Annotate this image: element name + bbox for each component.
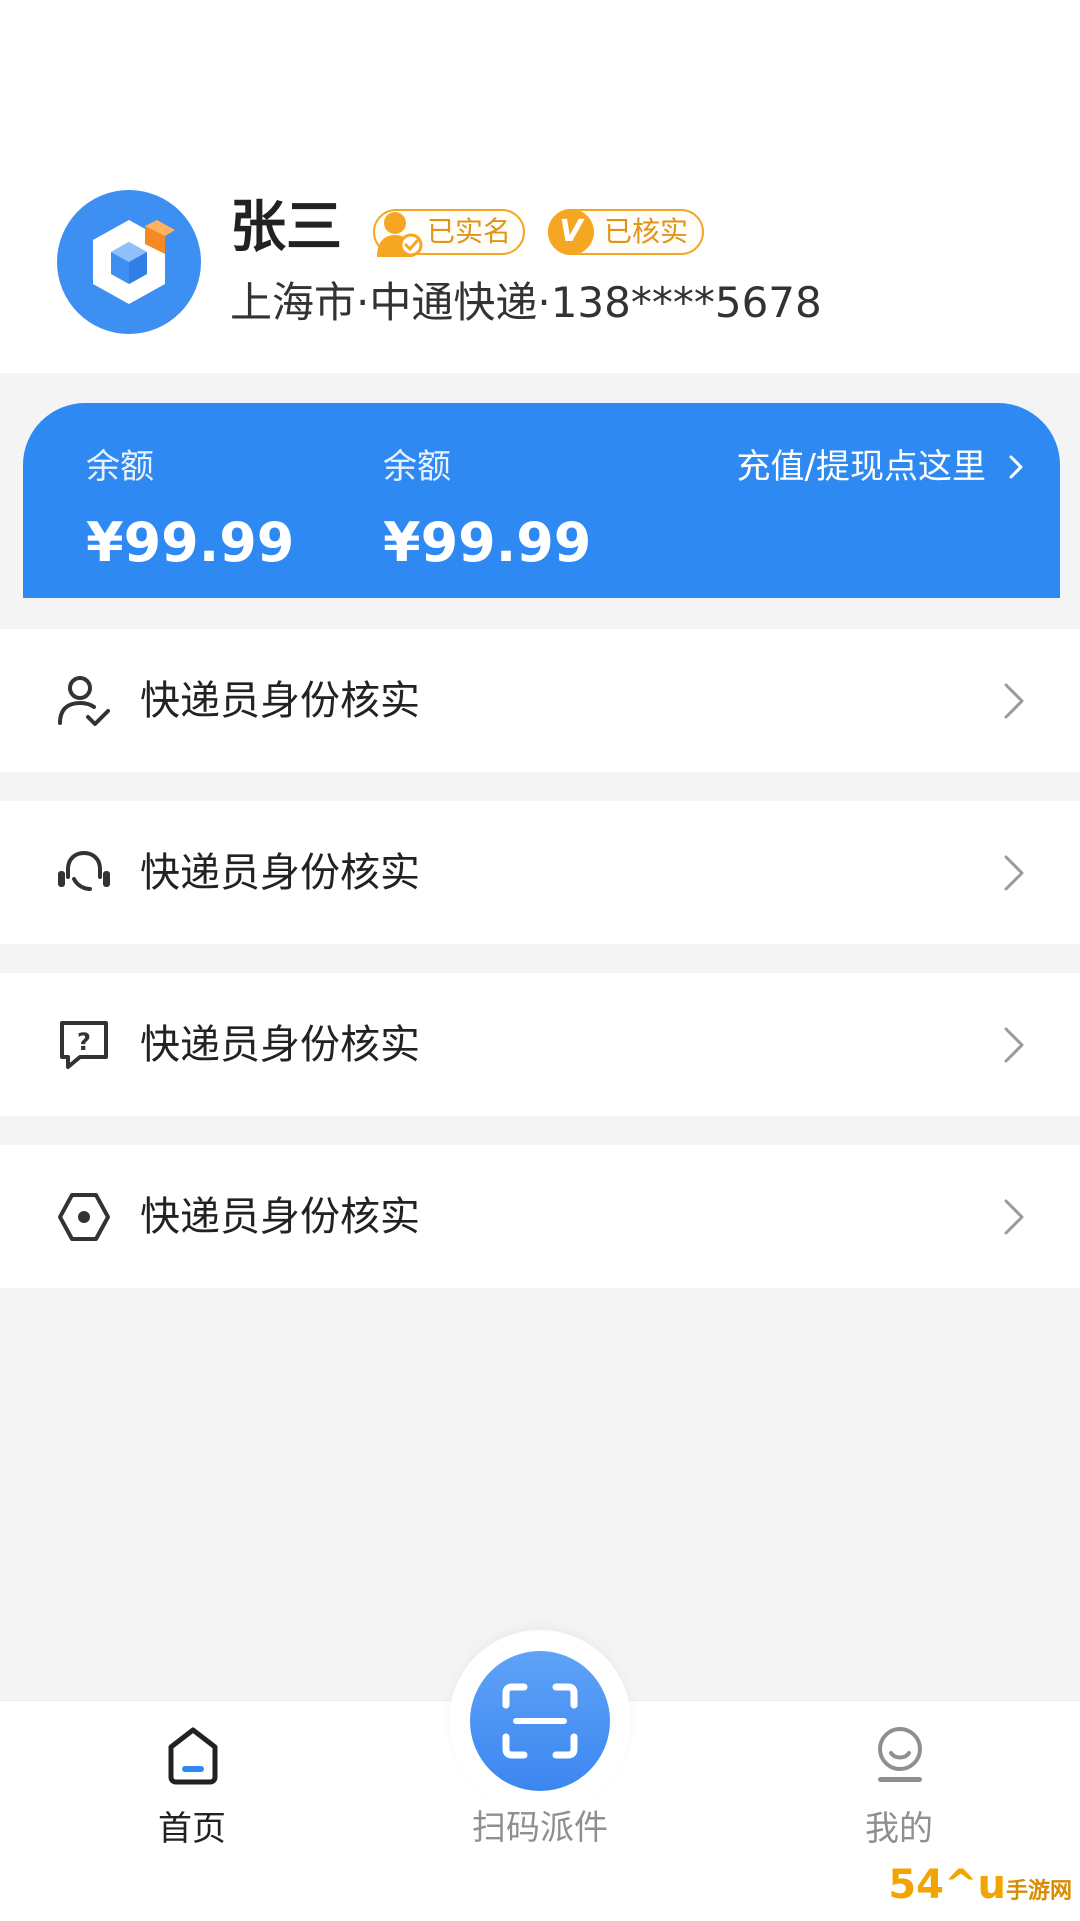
tab-mine[interactable]: 我的 (789, 1701, 1009, 1851)
svg-text:?: ? (77, 1028, 91, 1056)
home-icon (168, 1727, 218, 1785)
balance-label: 余额 (86, 447, 154, 487)
watermark-logo: 54^u手游网 (888, 1861, 1072, 1916)
chevron-right-icon (1004, 1199, 1024, 1235)
recharge-withdraw-link[interactable]: 充值/提现点这里 (737, 443, 1030, 491)
watermark-sub: 手游网 (1005, 1879, 1072, 1904)
tab-home[interactable]: 首页 (82, 1701, 302, 1851)
hexagon-settings-icon (58, 1193, 110, 1241)
user-check-icon (58, 676, 110, 726)
scan-icon (502, 1683, 578, 1759)
menu-item-courier-verify-3[interactable]: ? 快递员身份核实 (0, 973, 1080, 1116)
tab-mine-label: 我的 (865, 1809, 933, 1849)
menu-item-courier-verify-4[interactable]: 快递员身份核实 (0, 1145, 1080, 1288)
menu-item-courier-verify-2[interactable]: 快递员身份核实 (0, 801, 1080, 944)
tab-home-label: 首页 (158, 1809, 226, 1849)
realname-badge: 已实名 (373, 209, 525, 257)
chevron-right-icon (1009, 455, 1023, 479)
menu-item-label: 快递员身份核实 (140, 678, 420, 724)
verified-badge: V 已核实 (548, 209, 704, 255)
avatar[interactable] (57, 190, 201, 334)
recharge-withdraw-label: 充值/提现点这里 (736, 447, 986, 487)
user-info: 上海市·中通快递·138****5678 (230, 278, 822, 327)
profile-header: 张三 已实名 V 已核实 上海市·中通快递·138****5678 (0, 0, 1080, 373)
balance-card: 余额 ¥99.99 余额 ¥99.99 充值/提现点这里 (23, 403, 1060, 598)
v-check-icon: V (548, 209, 594, 255)
realname-badge-label: 已实名 (427, 215, 512, 248)
balance-value: ¥99.99 (86, 511, 295, 574)
scan-dispatch-button[interactable] (470, 1651, 610, 1791)
menu-item-courier-verify-1[interactable]: 快递员身份核实 (0, 629, 1080, 772)
scan-dispatch-label: 扫码派件 (472, 1808, 608, 1848)
menu-item-label: 快递员身份核实 (140, 1194, 420, 1240)
question-chat-icon: ? (60, 1021, 108, 1069)
verified-badge-label: 已核实 (604, 215, 689, 248)
chevron-right-icon (1004, 1027, 1024, 1063)
person-verified-icon (377, 212, 423, 257)
watermark-main: 54^u (888, 1862, 1006, 1908)
headset-icon (58, 850, 110, 891)
balance-value-2: ¥99.99 (383, 511, 592, 574)
menu-item-label: 快递员身份核实 (140, 1022, 420, 1068)
user-name: 张三 (230, 195, 342, 260)
chevron-right-icon (1004, 855, 1024, 891)
balance-label-2: 余额 (383, 447, 451, 487)
cube-logo-icon (93, 220, 175, 304)
profile-icon (878, 1727, 922, 1782)
menu-item-label: 快递员身份核实 (140, 850, 420, 896)
chevron-right-icon (1004, 683, 1024, 719)
